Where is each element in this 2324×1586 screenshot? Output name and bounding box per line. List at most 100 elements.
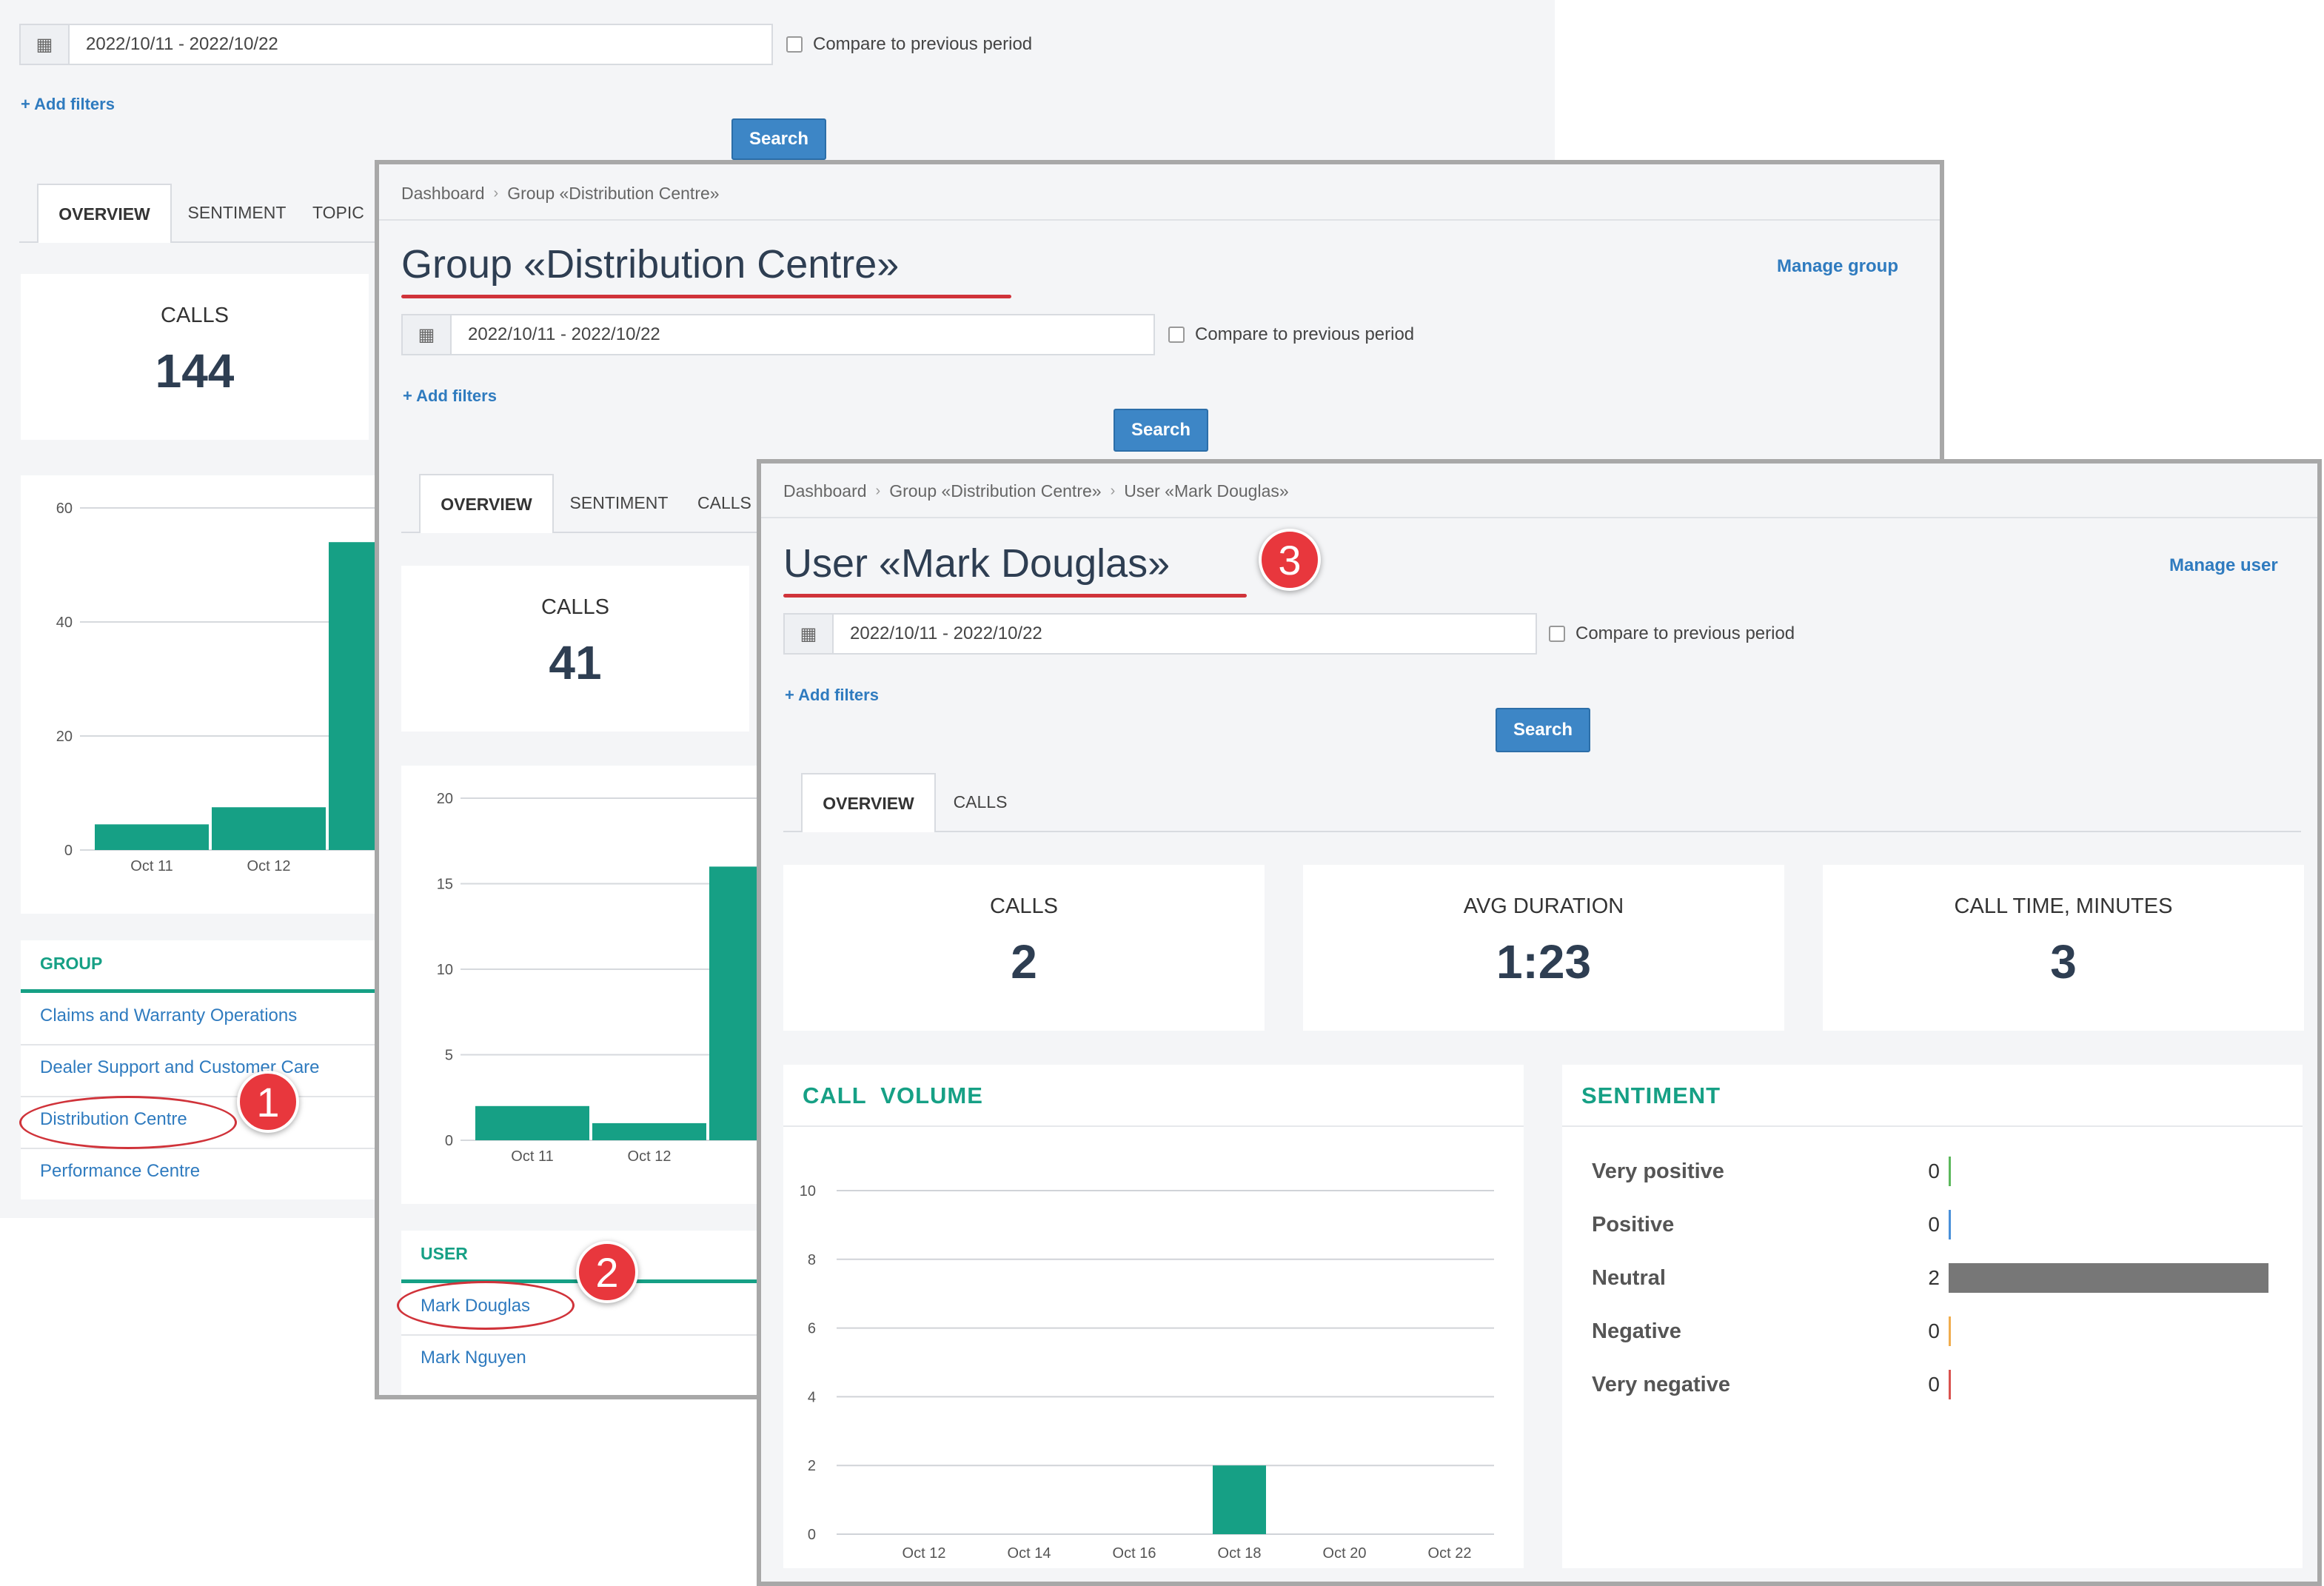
- calls-label: CALLS: [541, 595, 609, 619]
- date-range-value: 2022/10/11 - 2022/10/22: [86, 34, 278, 54]
- y-tick-label: 4: [808, 1389, 816, 1405]
- compare-label: Compare to previous period: [1575, 623, 1795, 643]
- calls-card: CALLS 41: [401, 566, 749, 732]
- tab-overview[interactable]: OVERVIEW: [419, 474, 554, 533]
- divider: [21, 1148, 376, 1149]
- bar: [95, 824, 209, 850]
- date-range-field[interactable]: ▦ 2022/10/11 - 2022/10/22: [401, 314, 1155, 355]
- bar: [475, 1105, 589, 1140]
- sentiment-count: 0: [1928, 1319, 1940, 1342]
- breadcrumb: Dashboard › Group «Distribution Centre» …: [783, 481, 1289, 501]
- sentiment-card: SENTIMENT Very positive 0 Positive 0 Neutral…: [1562, 1065, 2303, 1568]
- bar: [329, 542, 443, 850]
- add-filters-link[interactable]: + Add filters: [785, 686, 879, 705]
- user-view-panel: Dashboard › Group «Distribution Centre» …: [757, 459, 2322, 1586]
- call-volume-card: CALL VOLUME 0 2 4 6 8 10 Oct 12 Oct 14 Oct 16 Oct…: [783, 1065, 1524, 1568]
- user-list-header: USER: [421, 1244, 468, 1263]
- x-tick-label: Oct 20: [1323, 1545, 1367, 1562]
- sentiment-row: Very positive 0: [1592, 1157, 2273, 1186]
- group-item-performance-centre[interactable]: Performance Centre: [40, 1161, 200, 1182]
- group-item-claims[interactable]: Claims and Warranty Operations: [40, 1006, 297, 1026]
- sentiment-bar: [1949, 1263, 2268, 1293]
- x-tick-label: Oct 14: [1008, 1545, 1051, 1562]
- step-badge-2: 2: [576, 1241, 638, 1303]
- sentiment-name: Positive: [1592, 1212, 1675, 1237]
- avg-duration-card: AVG DURATION 1:23: [1303, 865, 1784, 1031]
- search-button[interactable]: Search: [731, 118, 826, 160]
- divider: [783, 1125, 1524, 1127]
- bar: [709, 866, 823, 1140]
- tab-topic[interactable]: TOPIC: [312, 184, 375, 241]
- calls-value: 2: [1011, 935, 1037, 988]
- tab-overview[interactable]: OVERVIEW: [37, 184, 172, 243]
- sentiment-count: 0: [1928, 1160, 1940, 1182]
- y-tick-label: 0: [445, 1133, 453, 1149]
- date-range-field[interactable]: ▦ 2022/10/11 - 2022/10/22: [783, 613, 1537, 655]
- sentiment-row: Negative 0: [1592, 1316, 2273, 1346]
- date-range-value: 2022/10/11 - 2022/10/22: [468, 324, 660, 344]
- checkbox-icon: [1168, 327, 1185, 343]
- tab-calls[interactable]: CALLS: [936, 773, 1025, 831]
- compare-checkbox[interactable]: Compare to previous period: [1549, 623, 1795, 644]
- compare-checkbox[interactable]: Compare to previous period: [786, 34, 1032, 55]
- user-item-mark-nguyen[interactable]: Mark Nguyen: [421, 1348, 526, 1368]
- y-tick-label: 6: [808, 1321, 816, 1337]
- calendar-icon: ▦: [403, 315, 452, 354]
- add-filters-link[interactable]: + Add filters: [403, 387, 497, 406]
- calls-value: 144: [155, 344, 235, 398]
- breadcrumb-group[interactable]: Group «Distribution Centre»: [507, 184, 719, 204]
- breadcrumb-user[interactable]: User «Mark Douglas»: [1124, 481, 1288, 501]
- calendar-icon: ▦: [21, 25, 70, 64]
- call-time-label: CALL TIME, MINUTES: [1954, 894, 2173, 918]
- breadcrumb-dashboard[interactable]: Dashboard: [783, 481, 867, 501]
- compare-label: Compare to previous period: [813, 34, 1033, 54]
- call-volume-title: CALL VOLUME: [803, 1083, 983, 1108]
- user-tabs: OVERVIEW CALLS: [783, 773, 2301, 832]
- y-tick-label: 2: [808, 1458, 816, 1474]
- sentiment-bar: [1949, 1316, 1951, 1346]
- breadcrumb-group[interactable]: Group «Distribution Centre»: [889, 481, 1101, 501]
- group-list: GROUP Claims and Warranty Operations Dea…: [21, 940, 376, 1199]
- x-tick-label: Oct 18: [1218, 1545, 1262, 1562]
- compare-checkbox[interactable]: Compare to previous period: [1168, 324, 1414, 345]
- tab-sentiment[interactable]: SENTIMENT: [170, 184, 304, 241]
- y-tick-label: 40: [56, 615, 73, 631]
- sentiment-bar: [1949, 1157, 1951, 1186]
- manage-user-link[interactable]: Manage user: [2169, 555, 2278, 576]
- dashboard-tabs: OVERVIEW SENTIMENT TOPIC: [19, 184, 375, 243]
- search-button[interactable]: Search: [1114, 409, 1208, 452]
- calls-value: 41: [549, 636, 602, 689]
- sentiment-name: Very negative: [1592, 1372, 1730, 1396]
- x-tick-label: Oct 12: [628, 1148, 672, 1165]
- page-title: User «Mark Douglas»: [783, 541, 1171, 586]
- bar: [212, 807, 326, 850]
- y-tick-label: 60: [56, 501, 73, 517]
- tab-overview[interactable]: OVERVIEW: [801, 773, 936, 832]
- y-tick-label: 10: [800, 1183, 816, 1199]
- date-range-value: 2022/10/11 - 2022/10/22: [850, 623, 1042, 643]
- y-tick-label: 0: [808, 1527, 816, 1543]
- call-volume-chart: 0 2 4 6 8 10 Oct 12 Oct 14 Oct 16 Oct 18 Oct 20 Oct…: [800, 1183, 1494, 1562]
- bar: [592, 1122, 706, 1140]
- sentiment-count: 2: [1928, 1266, 1940, 1289]
- sentiment-name: Negative: [1592, 1319, 1681, 1343]
- add-filters-link[interactable]: + Add filters: [21, 95, 115, 114]
- compare-label: Compare to previous period: [1195, 324, 1415, 344]
- breadcrumb: Dashboard › Group «Distribution Centre»: [401, 184, 720, 204]
- divider: [379, 219, 1940, 221]
- breadcrumb-dashboard[interactable]: Dashboard: [401, 184, 485, 204]
- group-chart-card: 0 5 10 15 20 Oct 11 Oct 12: [401, 766, 823, 1204]
- group-list-header: GROUP: [40, 954, 103, 973]
- sentiment-name: Neutral: [1592, 1265, 1666, 1290]
- y-tick-label: 8: [808, 1252, 816, 1268]
- bar: [1213, 1465, 1266, 1534]
- search-button[interactable]: Search: [1496, 708, 1590, 752]
- x-tick-label: Oct 12: [247, 858, 291, 874]
- x-tick-label: Oct 11: [511, 1148, 553, 1165]
- date-range-field[interactable]: ▦ 2022/10/11 - 2022/10/22: [19, 24, 773, 65]
- call-time-card: CALL TIME, MINUTES 3: [1823, 865, 2304, 1031]
- manage-group-link[interactable]: Manage group: [1777, 256, 1898, 277]
- tab-sentiment[interactable]: SENTIMENT: [552, 474, 686, 532]
- sentiment-count: 0: [1928, 1213, 1940, 1236]
- chevron-right-icon: ›: [493, 185, 499, 201]
